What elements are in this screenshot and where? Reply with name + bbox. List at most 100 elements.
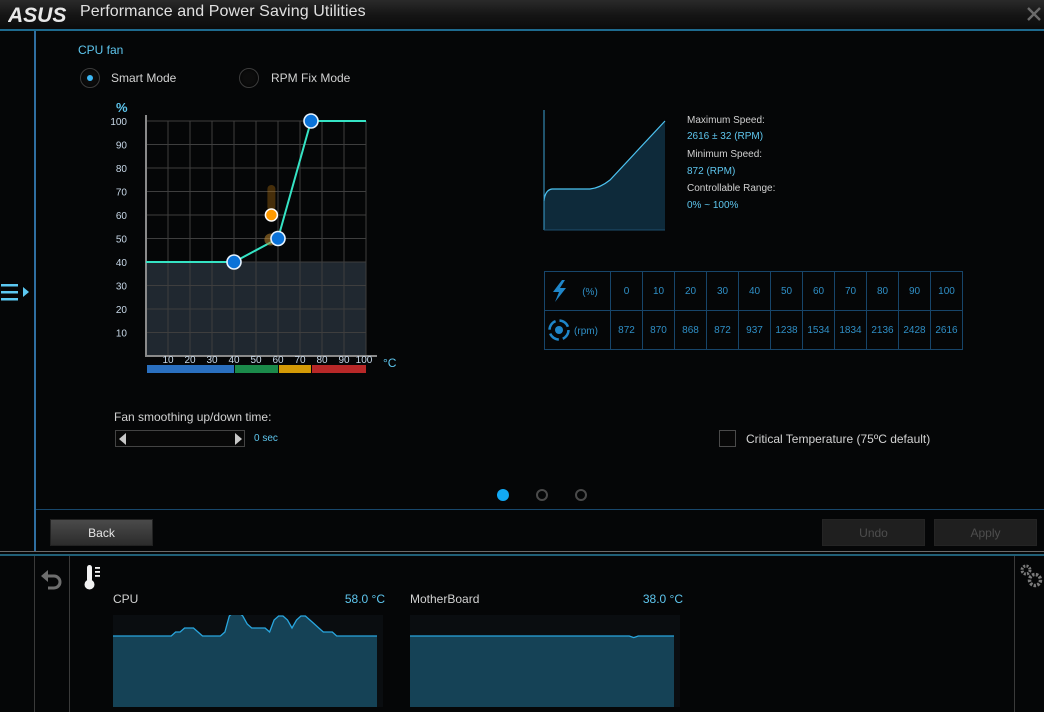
- curve-control-point[interactable]: [303, 113, 319, 129]
- controllable-range-label: Controllable Range:: [687, 183, 776, 194]
- rpm-cell: 1834: [834, 310, 867, 350]
- percent-cell: 60: [802, 271, 835, 311]
- fan-smoothing-slider[interactable]: [115, 430, 245, 447]
- y-tick-label: 70: [116, 188, 128, 199]
- slider-left-arrow-icon[interactable]: [118, 433, 128, 445]
- rpm-cell: 937: [738, 310, 771, 350]
- rpm-cell: 1238: [770, 310, 803, 350]
- page-dot-1[interactable]: [497, 489, 509, 501]
- y-tick-label: 100: [110, 117, 127, 128]
- percent-cell: 0: [610, 271, 643, 311]
- smart-mode-radio[interactable]: [80, 68, 100, 88]
- page-dot-2[interactable]: [536, 489, 548, 501]
- sidebar-divider: [34, 31, 36, 552]
- smart-mode-label[interactable]: Smart Mode: [111, 71, 176, 85]
- back-button[interactable]: Back: [50, 519, 153, 546]
- rpm-fix-mode-label[interactable]: RPM Fix Mode: [271, 71, 350, 85]
- bottom-divider: [1014, 556, 1015, 712]
- temperature-bands: [147, 365, 366, 373]
- percent-cell: 80: [866, 271, 899, 311]
- fan-curve-chart[interactable]: % °C 10 20 30 40 50 60 70 80 90 100 10 20 30 40 50 60 7…: [100, 95, 410, 385]
- page-dot-3[interactable]: [575, 489, 587, 501]
- app-title: Performance and Power Saving Utilities: [80, 3, 366, 20]
- logo-text: ASUS: [8, 4, 66, 26]
- percent-cell: 70: [834, 271, 867, 311]
- y-tick-label: 60: [116, 211, 128, 222]
- bottom-panel-accent: [0, 554, 1044, 556]
- critical-temperature-checkbox[interactable]: [719, 430, 736, 447]
- curve-control-point[interactable]: [226, 254, 242, 270]
- apply-button[interactable]: Apply: [934, 519, 1037, 546]
- percent-cell: 40: [738, 271, 771, 311]
- rpm-unit: (rpm): [574, 326, 598, 337]
- x-tick-label: 40: [228, 355, 240, 366]
- fan-smoothing-value: 0 sec: [254, 433, 278, 444]
- percent-cell: 100: [930, 271, 963, 311]
- x-tick-label: 90: [338, 355, 350, 366]
- percent-cell: 20: [674, 271, 707, 311]
- percent-unit: (%): [582, 287, 598, 298]
- temperature-band: [312, 365, 366, 373]
- close-icon[interactable]: [1024, 4, 1044, 24]
- percent-cell: 50: [770, 271, 803, 311]
- sensor-cpu-name: CPU: [113, 592, 139, 606]
- temperature-band: [235, 365, 278, 373]
- rpm-cell: 1534: [802, 310, 835, 350]
- thermometer-icon: [84, 565, 100, 590]
- rpm-table: (%) 0 10 20 30 40 50 60 70 80 90 100 (rp…: [544, 271, 963, 350]
- x-tick-label: 10: [162, 355, 174, 366]
- max-speed-value: 2616 ± 32 (RPM): [687, 131, 764, 142]
- rpm-fix-mode-radio[interactable]: [239, 68, 259, 88]
- y-tick-label: 10: [116, 329, 128, 340]
- bottom-divider: [69, 556, 70, 712]
- fan-selector-label: CPU fan: [78, 43, 124, 57]
- percent-cell: 30: [706, 271, 739, 311]
- current-point-marker: [264, 208, 279, 222]
- radio-selected-dot: [87, 75, 93, 81]
- bottom-panel-border: [0, 551, 1044, 552]
- x-tick-label: 80: [316, 355, 328, 366]
- rpm-header: (rpm): [544, 310, 611, 350]
- settings-gear-icon[interactable]: [1019, 563, 1044, 589]
- min-speed-value: 872 (RPM): [687, 166, 736, 177]
- y-tick-label: 80: [116, 164, 128, 175]
- sensor-motherboard-name: MotherBoard: [410, 592, 480, 606]
- curve-control-point[interactable]: [270, 230, 286, 247]
- asus-logo: ASUS: [8, 4, 66, 26]
- undo-button[interactable]: Undo: [822, 519, 925, 546]
- x-unit-label: °C: [383, 356, 397, 370]
- x-tick-label: 60: [272, 355, 284, 366]
- x-tick-label: 70: [294, 355, 306, 366]
- bottom-divider: [34, 556, 35, 712]
- menu-expand-icon[interactable]: [0, 280, 34, 306]
- percent-cell: 10: [642, 271, 675, 311]
- controllable-range-value: 0% ~ 100%: [687, 200, 739, 211]
- rpm-cell: 868: [674, 310, 707, 350]
- rpm-cell: 870: [642, 310, 675, 350]
- graph-area: [410, 636, 674, 707]
- y-unit-label: %: [116, 100, 128, 115]
- speed-profile-area: [544, 121, 665, 230]
- rpm-row: (rpm) 872 870 868 872 937 1238 1534 1834…: [544, 310, 963, 350]
- power-bolt-icon: (%): [552, 280, 598, 302]
- sensor-motherboard-graph: [410, 615, 680, 707]
- fan-smoothing-label: Fan smoothing up/down time:: [114, 410, 272, 424]
- rpm-cell: 872: [610, 310, 643, 350]
- temperature-band: [279, 365, 311, 373]
- rpm-cell: 2428: [898, 310, 931, 350]
- max-speed-label: Maximum Speed:: [687, 115, 765, 126]
- y-tick-label: 30: [116, 282, 128, 293]
- undo-arrow-icon[interactable]: [40, 568, 64, 592]
- y-tick-label: 40: [116, 258, 128, 269]
- temperature-band: [147, 365, 234, 373]
- x-tick-label: 30: [206, 355, 218, 366]
- content-divider: [36, 509, 1044, 510]
- y-tick-label: 20: [116, 305, 128, 316]
- x-tick-label: 50: [250, 355, 262, 366]
- critical-temperature-label[interactable]: Critical Temperature (75ºC default): [746, 432, 930, 446]
- slider-right-arrow-icon[interactable]: [233, 433, 243, 445]
- title-divider: [0, 29, 1044, 31]
- sensor-motherboard-value: 38.0 °C: [642, 592, 683, 606]
- current-point-trail: [267, 185, 276, 211]
- fan-icon: (rpm): [547, 319, 598, 341]
